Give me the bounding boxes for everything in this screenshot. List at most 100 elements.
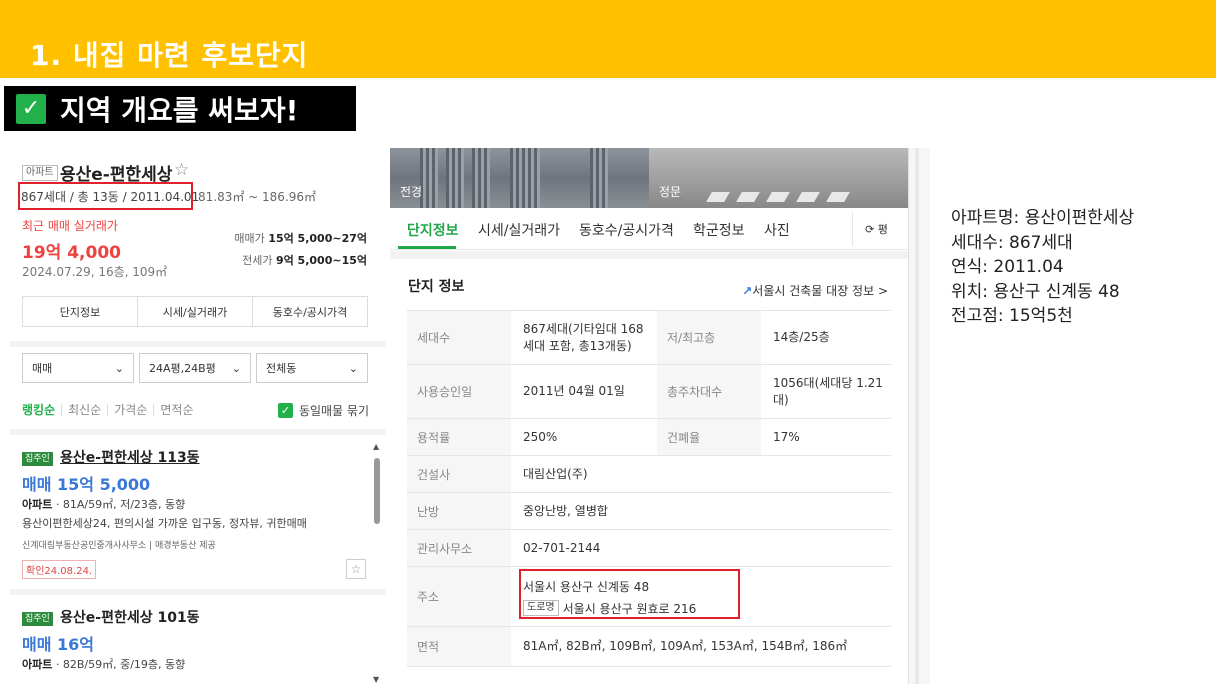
value-heating: 중앙난방, 열병합 bbox=[523, 503, 608, 518]
trade-type-select[interactable]: 매매 ⌄ bbox=[22, 353, 134, 383]
listing-type: 아파트 bbox=[22, 658, 53, 671]
note-location: 위치: 용산구 신계동 48 bbox=[951, 281, 1120, 302]
active-tab-indicator bbox=[398, 246, 456, 249]
value-floor-area-ratio: 250% bbox=[523, 429, 558, 444]
building-shape bbox=[472, 148, 490, 208]
list-item[interactable]: 집주인 용산e-편한세상 101동 매매 16억 아파트 · 82B/59㎡, … bbox=[10, 595, 372, 684]
highlight-box-address bbox=[519, 569, 740, 619]
chevron-down-icon: ⌄ bbox=[231, 361, 241, 375]
header-banner: 1. 내집 마련 후보단지 bbox=[0, 0, 1216, 78]
highlight-box-meta bbox=[18, 182, 193, 210]
tab-photos[interactable]: 사진 bbox=[764, 220, 790, 240]
label-households: 세대수 bbox=[407, 311, 511, 364]
listing-spec: · 81A/59㎡, 저/23층, 동향 bbox=[52, 498, 186, 511]
owner-badge: 집주인 bbox=[22, 452, 53, 466]
listing-feature: 용산이편한세상24, 편의시설 가까운 입구동, 정자뷰, 귀한매매 bbox=[22, 517, 307, 530]
label-heating: 난방 bbox=[407, 493, 511, 529]
listing-desc: 아파트 · 81A/59㎡, 저/23층, 동향 bbox=[22, 496, 185, 512]
confirm-date-badge: 확인24.08.24. bbox=[22, 560, 97, 579]
note-peak-price: 전고점: 15억5천 bbox=[951, 306, 1073, 326]
listing-price: 매매 15억 5,000 bbox=[22, 475, 151, 494]
group-same-listings-label: 동일매물 묶기 bbox=[298, 404, 369, 418]
listing-title[interactable]: 용산e-편한세상 101동 bbox=[60, 607, 200, 627]
apartment-area-range: 81.83㎡ ~ 186.96㎡ bbox=[198, 190, 317, 204]
group-same-listings-toggle[interactable]: ✓ 동일매물 묶기 bbox=[277, 402, 369, 419]
label-parking: 총주차대수 bbox=[657, 365, 761, 418]
sale-price-range: 매매가 15억 5,000~27억 bbox=[234, 230, 367, 246]
value-households: 867세대(기타임대 168세대 포함, 총13개동) bbox=[523, 321, 644, 353]
tab-price-trades[interactable]: 시세/실거래가 bbox=[138, 297, 253, 326]
check-icon: ✓ bbox=[16, 93, 46, 124]
registry-icon: ↗ bbox=[742, 284, 753, 298]
note-households: 세대수: 867세대 bbox=[951, 232, 1073, 253]
favorite-star-icon[interactable]: ☆ bbox=[174, 160, 189, 180]
summary-notes: 아파트명: 용산이편한세상 세대수: 867세대 연식: 2011.04 위치:… bbox=[951, 206, 1134, 329]
complex-photo-gate[interactable]: 정문 bbox=[649, 148, 908, 208]
building-shape bbox=[590, 148, 608, 208]
size-select[interactable]: 24A평,24B평 ⌄ bbox=[139, 353, 251, 383]
rent-value: 9억 5,000~15억 bbox=[275, 254, 367, 267]
note-year: 연식: 2011.04 bbox=[951, 257, 1064, 277]
sale-label: 매매가 bbox=[234, 232, 265, 245]
table-row: 건설사 대림산업(주) bbox=[407, 456, 891, 493]
value-floors: 14층/25층 bbox=[773, 330, 830, 344]
crosswalk-stripe bbox=[766, 192, 790, 202]
property-type-tag: 아파트 bbox=[22, 165, 58, 181]
label-approval-date: 사용승인일 bbox=[407, 365, 511, 418]
summary-tabs: 단지정보 시세/실거래가 동호수/공시가격 bbox=[22, 296, 368, 327]
value-builder: 대림산업(주) bbox=[523, 466, 588, 481]
note-apartment-name: 아파트명: 용산이편한세상 bbox=[951, 208, 1135, 228]
building-registry-link-text: 서울시 건축물 대장 정보 > bbox=[752, 284, 888, 298]
scroll-down-arrow-icon[interactable]: ▼ bbox=[373, 675, 379, 684]
tab-price-trades[interactable]: 시세/실거래가 bbox=[478, 220, 560, 240]
listing-type: 아파트 bbox=[22, 498, 53, 511]
tab-unit-prices[interactable]: 동호수/공시가격 bbox=[579, 220, 674, 240]
listing-agent: 신계대림부동산공인중개사사무소 | 매경부동산 제공 bbox=[22, 541, 216, 551]
label-area: 면적 bbox=[407, 627, 511, 666]
crosswalk-stripe bbox=[826, 192, 850, 202]
sort-ranking[interactable]: 랭킹순 bbox=[22, 404, 63, 416]
building-registry-link[interactable]: ↗서울시 건축물 대장 정보 > bbox=[742, 282, 888, 299]
listing-spec: · 82B/59㎡, 중/19층, 동향 bbox=[52, 658, 186, 671]
building-shape bbox=[446, 148, 464, 208]
value-building-coverage: 17% bbox=[773, 429, 800, 444]
sort-options: 랭킹순 최신순 가격순 면적순 bbox=[22, 404, 200, 416]
star-icon[interactable]: ☆ bbox=[346, 559, 366, 579]
crosswalk-stripe bbox=[706, 192, 730, 202]
list-item[interactable]: 집주인 용산e-편한세상 113동 매매 15억 5,000 아파트 · 81A… bbox=[10, 435, 372, 589]
table-row: 면적 81A㎡, 82B㎡, 109B㎡, 109A㎡, 153A㎡, 154B… bbox=[407, 627, 891, 667]
value-parking: 1056대(세대당 1.21대) bbox=[773, 375, 883, 407]
tab-school-info[interactable]: 학군정보 bbox=[693, 220, 745, 240]
tab-unit-prices[interactable]: 동호수/공시가격 bbox=[253, 297, 367, 326]
checkbox-checked-icon[interactable]: ✓ bbox=[277, 403, 293, 418]
crosswalk-stripe bbox=[796, 192, 820, 202]
owner-badge: 집주인 bbox=[22, 612, 53, 626]
map-edge-strip bbox=[915, 148, 919, 684]
scroll-up-arrow-icon[interactable]: ▲ bbox=[373, 442, 379, 451]
listing-title[interactable]: 용산e-편한세상 113동 bbox=[60, 447, 200, 467]
label-floors: 저/최고층 bbox=[657, 311, 761, 364]
rent-price-range: 전세가 9억 5,000~15억 bbox=[242, 252, 367, 268]
refresh-unit-button[interactable]: ⟳ 평 bbox=[852, 212, 900, 246]
label-address: 주소 bbox=[407, 567, 511, 626]
label-building-coverage: 건폐율 bbox=[657, 419, 761, 455]
sort-price[interactable]: 가격순 bbox=[108, 404, 155, 416]
sort-latest[interactable]: 최신순 bbox=[62, 404, 109, 416]
complex-detail-panel: 전경 정문 단지정보 시세/실거래가 동호수/공시가격 학군정보 사진 ⟳ 평 … bbox=[390, 148, 908, 684]
building-select[interactable]: 전체동 ⌄ bbox=[256, 353, 368, 383]
value-management-office: 02-701-2144 bbox=[523, 540, 601, 555]
subheading-text: 지역 개요를 써보자! bbox=[60, 93, 299, 127]
map-edge bbox=[908, 148, 930, 684]
value-area: 81A㎡, 82B㎡, 109B㎡, 109A㎡, 153A㎡, 154B㎡, … bbox=[523, 639, 848, 653]
listing-desc: 아파트 · 82B/59㎡, 중/19층, 동향 bbox=[22, 656, 185, 672]
listing-scrollbar[interactable]: ▲ ▼ bbox=[372, 442, 382, 684]
sort-area[interactable]: 면적순 bbox=[154, 404, 199, 416]
scroll-thumb[interactable] bbox=[374, 458, 380, 524]
building-value: 전체동 bbox=[266, 362, 297, 375]
complex-photo-overview[interactable]: 전경 bbox=[390, 148, 649, 208]
tab-complex-info[interactable]: 단지정보 bbox=[23, 297, 138, 326]
tab-complex-info[interactable]: 단지정보 bbox=[407, 220, 459, 240]
rent-label: 전세가 bbox=[242, 254, 273, 267]
recent-trade-label: 최근 매매 실거래가 bbox=[22, 219, 118, 233]
label-builder: 건설사 bbox=[407, 456, 511, 492]
